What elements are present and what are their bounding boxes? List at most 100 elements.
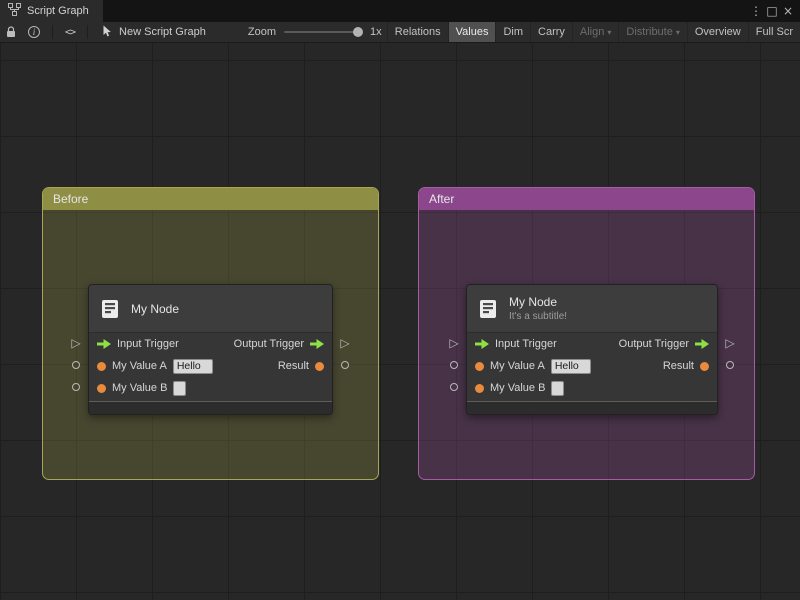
group-label: Before — [53, 192, 89, 206]
node-subtitle: It's a subtitle! — [509, 311, 568, 322]
node-row: My Value B — [467, 377, 717, 399]
input-trigger-port[interactable]: Input Trigger — [97, 338, 179, 350]
overview-button[interactable]: Overview — [686, 22, 748, 42]
trigger-arrow-icon — [475, 339, 489, 349]
trigger-arrow-icon — [310, 339, 324, 349]
value-a-port[interactable]: My Value A — [475, 358, 591, 374]
dim-button[interactable]: Dim — [495, 22, 530, 42]
zoom-slider-knob[interactable] — [352, 27, 363, 37]
tab-script-graph[interactable]: Script Graph — [0, 0, 103, 22]
circle-port-icon — [726, 361, 734, 369]
node-header[interactable]: My Node It's a subtitle! — [467, 285, 717, 333]
info-icon[interactable]: i — [22, 22, 46, 42]
result-port[interactable]: Result — [278, 360, 324, 372]
chevron-down-icon: ▾ — [607, 27, 612, 37]
value-b-port[interactable]: My Value B — [97, 380, 187, 396]
node-title-block: My Node It's a subtitle! — [509, 295, 567, 322]
value-port-icon — [97, 383, 106, 393]
carry-button[interactable]: Carry — [530, 22, 572, 42]
external-output-trigger-port[interactable]: ▷ — [339, 337, 351, 349]
external-value-port[interactable] — [70, 381, 82, 393]
group-header[interactable]: Before — [43, 188, 378, 210]
node-footer — [467, 401, 717, 414]
port-label: Result — [277, 360, 309, 372]
port-label: My Value A — [112, 360, 167, 372]
external-output-trigger-port[interactable]: ▷ — [724, 337, 736, 349]
external-value-port[interactable] — [448, 359, 460, 371]
value-b-input[interactable] — [173, 380, 187, 396]
distribute-button[interactable]: Distribute ▾ — [618, 22, 686, 42]
values-button[interactable]: Values — [447, 22, 496, 42]
external-value-port[interactable] — [70, 359, 82, 371]
window-menu-icon[interactable]: ⋮ — [748, 4, 764, 18]
input-trigger-port[interactable]: Input Trigger — [475, 338, 557, 350]
node-title: My Node — [509, 295, 558, 309]
node-title-block: My Node — [131, 302, 179, 316]
toolbar-separator — [52, 25, 53, 39]
zoom-slider[interactable] — [283, 27, 363, 37]
group-header[interactable]: After — [419, 188, 754, 210]
script-graph-window: Script Graph ⋮ □ × i <> New Script Graph… — [0, 0, 800, 600]
lock-icon[interactable] — [0, 22, 22, 42]
node-title: My Node — [131, 301, 180, 316]
maximize-icon[interactable]: □ — [764, 4, 780, 18]
result-port[interactable]: Result — [663, 360, 709, 372]
node-footer — [89, 401, 332, 414]
tab-bar-spacer — [103, 0, 748, 22]
fullscreen-button[interactable]: Full Scr — [747, 22, 800, 42]
node-row: Input Trigger Output Trigger — [89, 333, 332, 355]
output-trigger-port[interactable]: Output Trigger — [234, 338, 324, 350]
zoom-label: Zoom — [247, 26, 276, 38]
port-label: My Value B — [490, 382, 546, 394]
circle-port-icon — [72, 383, 80, 391]
port-label: Result — [662, 360, 694, 372]
circle-port-icon — [450, 361, 458, 369]
external-result-port[interactable] — [339, 359, 351, 371]
value-port-icon — [315, 361, 324, 371]
trigger-arrow-icon — [97, 339, 111, 349]
value-port-icon — [475, 361, 484, 371]
relations-button[interactable]: Relations — [386, 22, 448, 42]
graph-toolbar: i <> New Script Graph Zoom 1x Relations … — [0, 22, 800, 43]
port-label: Input Trigger — [495, 338, 557, 350]
value-b-input[interactable] — [551, 380, 565, 396]
zoom-control: Zoom 1x — [248, 26, 382, 38]
port-label: My Value A — [490, 360, 545, 372]
external-result-port[interactable] — [724, 359, 736, 371]
align-button[interactable]: Align ▾ — [571, 22, 618, 42]
value-b-port[interactable]: My Value B — [475, 380, 565, 396]
graph-cursor-icon — [102, 25, 113, 40]
external-input-trigger-port[interactable]: ▷ — [70, 337, 82, 349]
value-port-icon — [475, 383, 484, 393]
node-row: My Value B — [89, 377, 332, 399]
node-row: My Value A Result — [89, 355, 332, 377]
info-glyph: i — [28, 26, 40, 38]
unit-icon — [99, 298, 121, 320]
node-row: Input Trigger Output Trigger — [467, 333, 717, 355]
close-icon[interactable]: × — [780, 4, 796, 18]
external-input-trigger-port[interactable]: ▷ — [448, 337, 460, 349]
node-before[interactable]: My Node Input Trigger Output Trigger My … — [88, 284, 333, 415]
node-row: My Value A Result — [467, 355, 717, 377]
graph-name-label: New Script Graph — [119, 26, 206, 38]
external-value-port[interactable] — [448, 381, 460, 393]
circle-port-icon — [341, 361, 349, 369]
zoom-value: 1x — [369, 26, 382, 38]
graph-tab-icon — [8, 3, 21, 19]
circle-port-icon — [72, 361, 80, 369]
node-after[interactable]: My Node It's a subtitle! Input Trigger O… — [466, 284, 718, 415]
port-label: Output Trigger — [618, 338, 689, 350]
graph-name-button[interactable]: New Script Graph — [94, 25, 214, 40]
circle-port-icon — [450, 383, 458, 391]
value-a-input[interactable] — [172, 358, 213, 374]
code-icon[interactable]: <> — [59, 22, 81, 42]
value-a-port[interactable]: My Value A — [97, 358, 213, 374]
value-a-input[interactable] — [550, 358, 591, 374]
port-label: My Value B — [112, 382, 168, 394]
tab-bar: Script Graph ⋮ □ × — [0, 0, 800, 22]
node-header[interactable]: My Node — [89, 285, 332, 333]
zoom-slider-track — [283, 31, 362, 33]
graph-canvas[interactable]: Before After My Node Input Trigger Outpu… — [0, 43, 800, 600]
value-port-icon — [700, 361, 709, 371]
output-trigger-port[interactable]: Output Trigger — [619, 338, 709, 350]
